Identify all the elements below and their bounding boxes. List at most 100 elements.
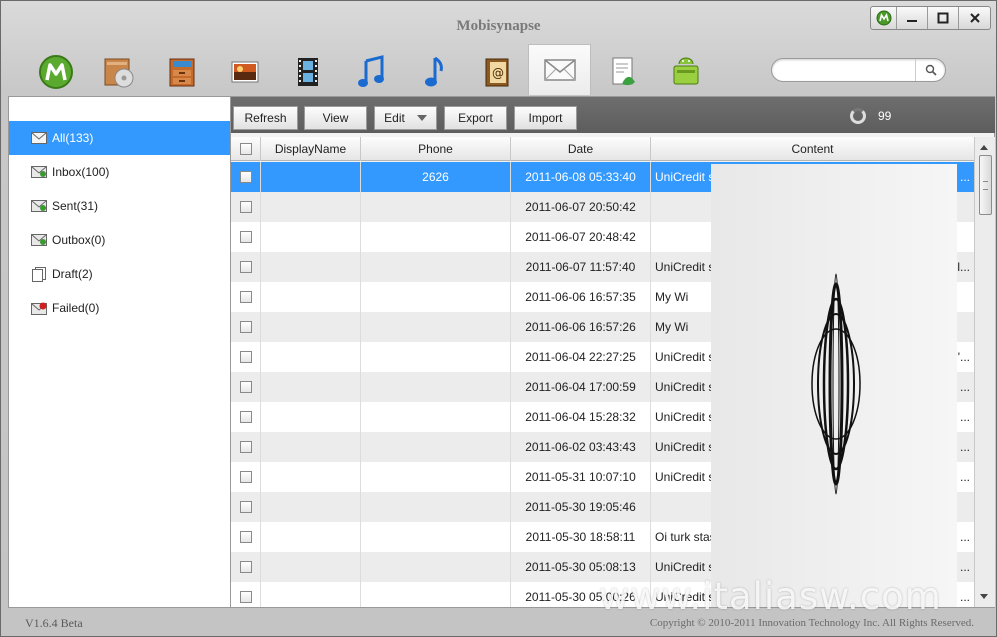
cell-phone <box>361 432 511 462</box>
toolbar-messages-button[interactable] <box>528 44 591 95</box>
toolbar-contacts-button[interactable]: @ <box>465 47 528 97</box>
toolbar-applications-button[interactable] <box>87 47 150 97</box>
envelope-icon <box>31 131 47 145</box>
cell-displayname <box>261 372 361 402</box>
search-input[interactable] <box>782 62 912 78</box>
cell-date: 2011-06-04 22:27:25 <box>511 342 651 372</box>
column-header-displayname[interactable]: DisplayName <box>261 137 361 161</box>
cell-displayname <box>261 552 361 582</box>
toolbar-ringtones-button[interactable] <box>402 47 465 97</box>
toolbar-videos-button[interactable] <box>276 47 339 97</box>
select-all-cell <box>231 137 261 161</box>
app-logo-icon[interactable] <box>871 7 897 29</box>
cell-displayname <box>261 312 361 342</box>
maximize-icon[interactable] <box>928 7 959 29</box>
row-checkbox[interactable] <box>239 591 252 603</box>
music-note-icon <box>424 56 443 87</box>
chevron-down-icon <box>416 115 427 121</box>
cell-date: 2011-06-08 05:33:40 <box>511 162 651 192</box>
cell-phone <box>361 582 511 607</box>
vertical-scrollbar[interactable] <box>974 137 995 607</box>
sidebar-item-label: Inbox(100) <box>52 165 110 179</box>
app-window: Mobisynapse @ All(133) Inbox(100) Sent(3… <box>0 0 997 637</box>
version-label: V1.6.4 Beta <box>25 616 83 630</box>
cell-phone <box>361 372 511 402</box>
row-checkbox[interactable] <box>239 501 252 513</box>
select-all-checkbox[interactable] <box>239 143 252 155</box>
content-ellipsis: '... <box>957 350 970 364</box>
cell-phone <box>361 192 511 222</box>
minimize-icon[interactable] <box>897 7 928 29</box>
scroll-up-icon[interactable] <box>980 145 988 150</box>
import-button[interactable]: Import <box>514 106 577 130</box>
row-checkbox[interactable] <box>239 561 252 573</box>
cabinet-icon <box>169 58 194 87</box>
toolbar-music-button[interactable] <box>339 47 402 97</box>
edit-button[interactable]: Edit <box>374 106 437 130</box>
row-checkbox[interactable] <box>239 231 252 243</box>
row-checkbox[interactable] <box>239 201 252 213</box>
cell-date: 2011-06-06 16:57:35 <box>511 282 651 312</box>
content-panel: All(133) Inbox(100) Sent(31) Outbox(0) D… <box>8 96 995 608</box>
cell-phone <box>361 222 511 252</box>
content-ellipsis: ... <box>959 410 970 424</box>
android-bag-icon <box>673 57 698 85</box>
row-checkbox[interactable] <box>239 321 252 333</box>
row-checkbox[interactable] <box>239 261 252 273</box>
cell-displayname <box>261 402 361 432</box>
search-button[interactable] <box>915 59 945 81</box>
content-text: My Wi <box>655 290 689 304</box>
row-checkbox[interactable] <box>239 171 252 183</box>
cell-phone <box>361 522 511 552</box>
sidebar-item-inbox[interactable]: Inbox(100) <box>9 155 230 189</box>
sidebar-item-label: All(133) <box>52 131 94 145</box>
sidebar-item-sent[interactable]: Sent(31) <box>9 189 230 223</box>
row-checkbox[interactable] <box>239 441 252 453</box>
cell-date: 2011-05-31 10:07:10 <box>511 462 651 492</box>
row-select-cell <box>231 192 261 222</box>
action-bar: Refresh View Edit Export Import 99 <box>231 97 995 133</box>
cell-date: 2011-06-07 20:48:42 <box>511 222 651 252</box>
column-header-date[interactable]: Date <box>511 137 651 161</box>
row-checkbox[interactable] <box>239 381 252 393</box>
svg-text:@: @ <box>492 66 504 80</box>
content-ellipsis: ... <box>959 560 970 574</box>
row-checkbox[interactable] <box>239 411 252 423</box>
sidebar-item-failed[interactable]: Failed(0) <box>9 291 230 325</box>
close-icon[interactable] <box>959 7 990 29</box>
draft-document-icon <box>31 266 47 282</box>
view-button[interactable]: View <box>304 106 367 130</box>
column-header-content[interactable]: Content <box>651 137 974 161</box>
toolbar-photos-button[interactable] <box>213 47 276 97</box>
scroll-down-icon[interactable] <box>980 594 988 599</box>
row-select-cell <box>231 522 261 552</box>
row-checkbox[interactable] <box>239 531 252 543</box>
cell-phone <box>361 492 511 522</box>
export-button[interactable]: Export <box>444 106 507 130</box>
sidebar-item-all[interactable]: All(133) <box>9 121 230 155</box>
search-icon <box>925 64 937 76</box>
toolbar-android-button[interactable] <box>654 47 717 97</box>
content-ellipsis: ... <box>959 170 970 184</box>
toolbar-home-button[interactable] <box>24 47 87 97</box>
sidebar-item-draft[interactable]: Draft(2) <box>9 257 230 291</box>
row-checkbox[interactable] <box>239 351 252 363</box>
column-header-phone[interactable]: Phone <box>361 137 511 161</box>
content-text: My Wi <box>655 320 689 334</box>
folder-sidebar: All(133) Inbox(100) Sent(31) Outbox(0) D… <box>9 97 230 607</box>
row-checkbox[interactable] <box>239 291 252 303</box>
message-count: 99 <box>878 109 892 123</box>
swirl-graphic <box>811 273 861 495</box>
row-select-cell <box>231 552 261 582</box>
scroll-thumb[interactable] <box>979 155 992 215</box>
preview-overlay <box>711 164 957 607</box>
content-ellipsis: ... <box>959 590 970 604</box>
toolbar-call-log-button[interactable] <box>591 47 654 97</box>
refresh-button[interactable]: Refresh <box>233 106 298 130</box>
row-checkbox[interactable] <box>239 471 252 483</box>
cell-displayname <box>261 342 361 372</box>
sidebar-item-outbox[interactable]: Outbox(0) <box>9 223 230 257</box>
sidebar-item-label: Failed(0) <box>52 301 100 315</box>
toolbar-files-button[interactable] <box>150 47 213 97</box>
sent-envelope-icon <box>31 199 47 213</box>
